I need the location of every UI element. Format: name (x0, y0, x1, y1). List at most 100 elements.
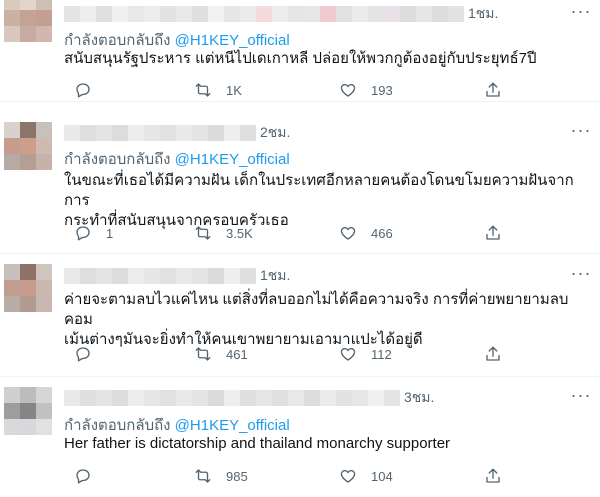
avatar-pixel (36, 138, 52, 154)
timestamp[interactable]: 2ชม. (260, 122, 290, 144)
tweet[interactable]: 1ชม. ··· กำลังตอบกลับถึง @H1KEY_official… (0, 0, 600, 102)
tweet-header: 1ชม. (64, 267, 290, 285)
reply-button[interactable]: 1 (74, 223, 113, 243)
avatar-pixel (36, 122, 52, 138)
name-pixel (320, 6, 336, 22)
tweet[interactable]: 2ชม. ··· กำลังตอบกลับถึง @H1KEY_official… (0, 112, 600, 254)
avatar-pixel (20, 10, 36, 26)
name-pixel (432, 6, 448, 22)
share-button[interactable] (484, 223, 502, 243)
name-pixel (160, 125, 176, 141)
more-icon[interactable]: ··· (570, 386, 592, 408)
avatar[interactable] (4, 122, 52, 170)
tweet-header: 3ชม. (64, 389, 434, 407)
blurred-username[interactable] (64, 125, 256, 141)
avatar-pixel (4, 26, 20, 42)
avatar-pixel (4, 0, 20, 10)
avatar-pixel (20, 26, 36, 42)
avatar[interactable] (4, 387, 52, 435)
name-pixel (176, 125, 192, 141)
avatar-pixel (36, 0, 52, 10)
share-button[interactable] (484, 466, 502, 486)
avatar-pixel (36, 387, 52, 403)
blurred-username[interactable] (64, 390, 400, 406)
timestamp[interactable]: 1ชม. (468, 3, 498, 25)
name-pixel (352, 390, 368, 406)
avatar-pixel (4, 419, 20, 435)
tweet[interactable]: 1ชม. ··· ค่ายจะตามลบไวแค่ไหน แต่สิ่งที่ล… (0, 254, 600, 377)
timestamp[interactable]: 1ชม. (260, 265, 290, 287)
avatar-pixel (36, 10, 52, 26)
name-pixel (288, 390, 304, 406)
name-pixel (128, 268, 144, 284)
retweet-button[interactable]: 985 (194, 466, 248, 486)
like-button[interactable]: 104 (339, 466, 393, 486)
avatar-pixel (4, 10, 20, 26)
retweet-button[interactable]: 461 (194, 344, 248, 364)
name-pixel (64, 6, 80, 22)
reply-button[interactable] (74, 466, 106, 486)
name-pixel (368, 6, 384, 22)
like-button[interactable]: 112 (339, 344, 392, 364)
avatar-pixel (20, 403, 36, 419)
name-pixel (64, 268, 80, 284)
avatar-pixel (20, 419, 36, 435)
name-pixel (112, 390, 128, 406)
name-pixel (416, 6, 432, 22)
name-pixel (112, 268, 128, 284)
more-icon[interactable]: ··· (570, 2, 592, 24)
name-pixel (240, 390, 256, 406)
share-button[interactable] (484, 344, 502, 364)
retweet-button[interactable]: 1K (194, 80, 242, 100)
blurred-username[interactable] (64, 268, 256, 284)
avatar-pixel (20, 154, 36, 170)
share-button[interactable] (484, 80, 502, 100)
avatar-pixel (20, 264, 36, 280)
tweet-text: ในขณะที่เธอได้มีความฝัน เด็กในประเทศอีกห… (64, 172, 574, 229)
timestamp[interactable]: 3ชม. (404, 387, 434, 409)
mention-link[interactable]: @H1KEY_official (175, 417, 290, 434)
tweet-actions: 985 104 (64, 466, 504, 486)
retweet-icon (195, 226, 211, 240)
name-pixel (384, 390, 400, 406)
name-pixel (96, 390, 112, 406)
like-count: 193 (371, 82, 393, 98)
blurred-username[interactable] (64, 6, 464, 22)
more-icon[interactable]: ··· (570, 121, 592, 143)
tweet[interactable]: 3ชม. ··· กำลังตอบกลับถึง @H1KEY_official… (0, 377, 600, 497)
name-pixel (128, 390, 144, 406)
name-pixel (128, 125, 144, 141)
avatar[interactable] (4, 264, 52, 312)
retweet-button[interactable]: 3.5K (194, 223, 253, 243)
like-count: 112 (371, 346, 392, 362)
avatar[interactable] (4, 0, 52, 42)
name-pixel (112, 125, 128, 141)
mention-link[interactable]: @H1KEY_official (175, 32, 290, 49)
more-icon[interactable]: ··· (570, 264, 592, 286)
name-pixel (192, 125, 208, 141)
avatar-pixel (20, 122, 36, 138)
tweet-text: สนับสนุนรัฐประหาร แต่หนีไปเดเกาหลี ปล่อย… (64, 50, 537, 67)
name-pixel (144, 6, 160, 22)
reply-button[interactable] (74, 344, 106, 364)
retweet-icon (195, 83, 211, 97)
avatar-pixel (20, 0, 36, 10)
like-button[interactable]: 466 (339, 223, 393, 243)
name-pixel (80, 390, 96, 406)
reply-button[interactable] (74, 80, 106, 100)
name-pixel (112, 6, 128, 22)
like-icon (340, 347, 356, 361)
name-pixel (240, 268, 256, 284)
retweet-count: 461 (226, 346, 248, 362)
name-pixel (240, 6, 256, 22)
mention-link[interactable]: @H1KEY_official (175, 151, 290, 168)
name-pixel (272, 6, 288, 22)
avatar-pixel (4, 138, 20, 154)
name-pixel (208, 125, 224, 141)
avatar-pixel (4, 122, 20, 138)
like-button[interactable]: 193 (339, 80, 393, 100)
name-pixel (144, 125, 160, 141)
like-count: 104 (371, 468, 393, 484)
name-pixel (160, 268, 176, 284)
replying-to-label: กำลังตอบกลับถึง (64, 32, 175, 49)
